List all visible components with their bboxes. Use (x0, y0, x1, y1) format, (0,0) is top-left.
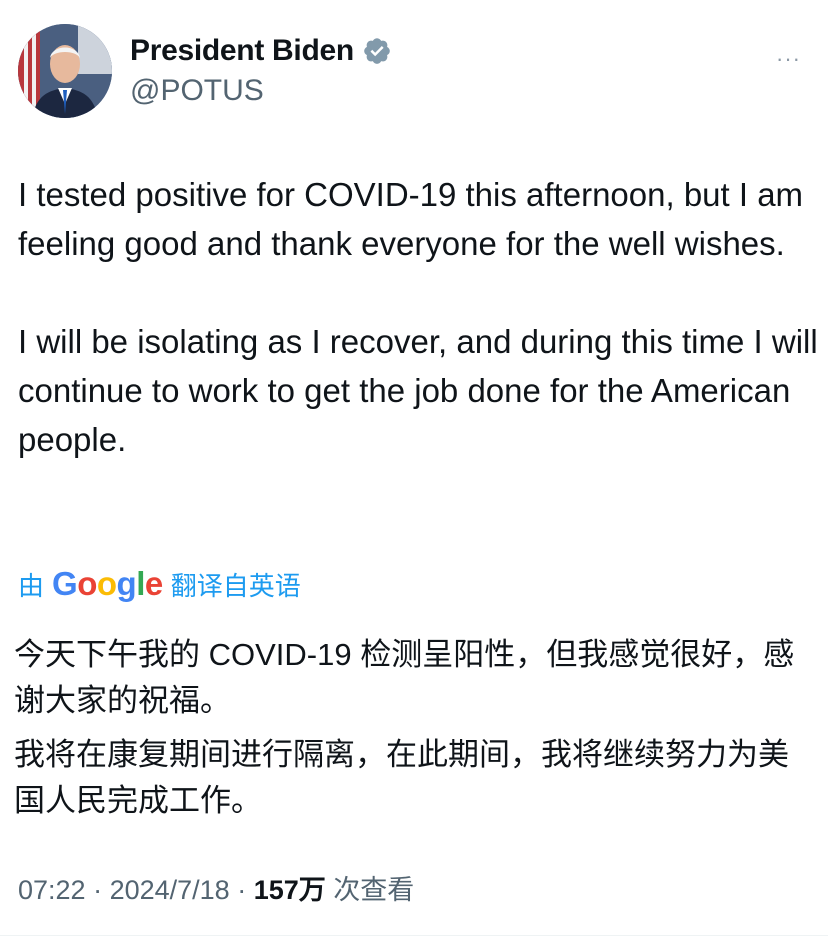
verified-badge-icon (364, 38, 390, 64)
tweet-meta: 07:22 · 2024/7/18 · 157万 次查看 (18, 868, 414, 907)
meta-separator: · (229, 875, 254, 905)
translation-prefix: 由 (18, 570, 45, 601)
more-options-icon[interactable]: ··· (776, 46, 801, 72)
divider (0, 935, 828, 936)
tweet-date[interactable]: 2024/7/18 (110, 875, 230, 905)
translation-attribution[interactable]: 由 Google 翻译自英语 (18, 565, 301, 603)
tweet-paragraph: I will be isolating as I recover, and du… (18, 323, 818, 458)
google-logo: Google (52, 565, 163, 602)
translation-suffix: 翻译自英语 (170, 570, 301, 601)
tweet-text: I tested positive for COVID-19 this afte… (18, 170, 818, 464)
author-name-row[interactable]: President Biden (130, 34, 392, 68)
avatar[interactable] (18, 24, 112, 118)
translated-paragraph: 今天下午我的 COVID-19 检测呈阳性，但我感觉很好，感谢大家的祝福。 (14, 637, 795, 718)
tweet-paragraph: I tested positive for COVID-19 this afte… (18, 176, 804, 262)
views-label: 次查看 (325, 875, 415, 905)
tweet-time[interactable]: 07:22 (18, 875, 86, 905)
display-name[interactable]: President Biden (130, 34, 354, 68)
views-count: 157万 (253, 875, 326, 905)
user-handle[interactable]: @POTUS (130, 74, 264, 108)
avatar-image (18, 24, 112, 118)
translated-text: 今天下午我的 COVID-19 检测呈阳性，但我感觉很好，感谢大家的祝福。 我将… (14, 632, 814, 824)
meta-separator: · (85, 875, 110, 905)
translated-paragraph: 我将在康复期间进行隔离，在此期间，我将继续努力为美国人民完成工作。 (14, 737, 789, 818)
